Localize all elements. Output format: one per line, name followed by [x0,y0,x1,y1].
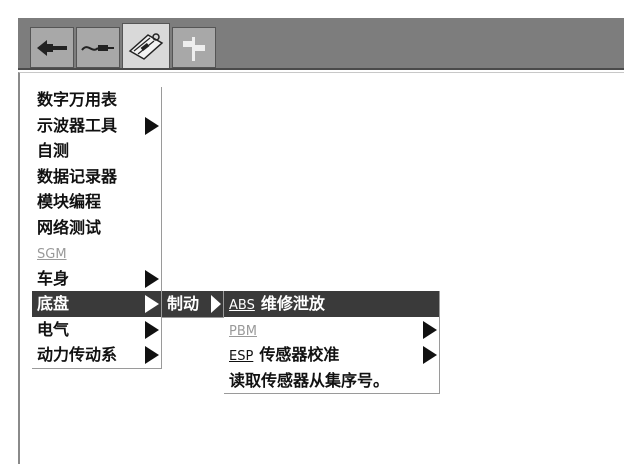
tab-signpost[interactable] [172,27,216,68]
submenu-arrow-icon [423,320,437,339]
menu-item-label: 底盘 [37,294,70,313]
brake-submenu: ABS 维修泄放 PBM ESP 传感器校准 读取传感器从集序号。 [224,291,440,394]
submenu-arrow-icon [145,116,159,135]
signpost-icon [183,36,205,61]
menu-item-label: 车身 [37,268,70,288]
menu-item-electrical[interactable]: 电气 [32,317,161,343]
menu-item-label: 自测 [37,141,70,160]
menu-item-label: PBM [229,323,257,339]
menu-item-pbm: PBM [224,317,439,343]
submenu-arrow-icon [423,346,437,364]
submenu-arrow-icon [145,346,159,364]
chassis-submenu: 制动 [162,291,224,318]
menu-item-powertrain[interactable]: 动力传动系 [32,342,161,368]
menu-item-label: 动力传动系 [37,345,118,364]
menu-item-data-recorder[interactable]: 数据记录器 [32,164,161,190]
menu-item-prefix: ESP [229,349,254,364]
menu-item-label: 传感器校准 [259,345,340,364]
menu-item-label: 电气 [37,319,70,339]
tab-probe[interactable] [76,27,120,68]
toolbox-wrench-icon [128,33,164,60]
toolbar [18,18,624,70]
menu-item-multimeter[interactable]: 数字万用表 [32,87,161,113]
plug-connector-icon [37,39,67,56]
menu-item-abs-bleed[interactable]: ABS 维修泄放 [224,291,439,317]
menu-item-label: 示波器工具 [37,115,118,135]
menu-item-label: 网络测试 [37,217,102,237]
menu-item-network-test[interactable]: 网络测试 [32,215,161,241]
menu-item-sgm: SGM [32,240,161,266]
menu-item-prefix: ABS [229,298,255,313]
menu-item-oscilloscope[interactable]: 示波器工具 [32,113,161,139]
menu-item-label: 维修泄放 [260,294,325,313]
submenu-arrow-icon [145,295,159,313]
menu-item-module-programming[interactable]: 模块编程 [32,189,161,215]
menu-item-esp-calibration[interactable]: ESP 传感器校准 [224,342,439,368]
menu-item-label: 数据记录器 [37,166,118,186]
work-area: 数字万用表 示波器工具 自测 数据记录器 模块编程 网络测试 SGM 车身 底盘… [18,72,624,464]
probe-cable-icon [81,44,114,51]
submenu-arrow-icon [145,269,159,288]
tab-connector[interactable] [30,27,74,68]
menu-item-label: 模块编程 [37,192,102,211]
menu-item-label: 读取传感器从集序号。 [229,370,390,390]
menu-item-read-sensor-serial[interactable]: 读取传感器从集序号。 [224,368,439,394]
main-menu: 数字万用表 示波器工具 自测 数据记录器 模块编程 网络测试 SGM 车身 底盘… [32,87,162,369]
submenu-arrow-icon [145,320,159,339]
submenu-arrow-icon [211,295,221,313]
menu-item-chassis[interactable]: 底盘 [32,291,161,317]
menu-item-body[interactable]: 车身 [32,266,161,292]
app-window: 数字万用表 示波器工具 自测 数据记录器 模块编程 网络测试 SGM 车身 底盘… [0,0,640,464]
menu-item-label: 制动 [167,294,200,313]
menu-item-label: SGM [37,247,67,262]
menu-item-brake[interactable]: 制动 [162,291,223,317]
menu-item-label: 数字万用表 [37,90,118,109]
menu-item-self-test[interactable]: 自测 [32,138,161,164]
tab-toolbox[interactable] [122,23,170,68]
